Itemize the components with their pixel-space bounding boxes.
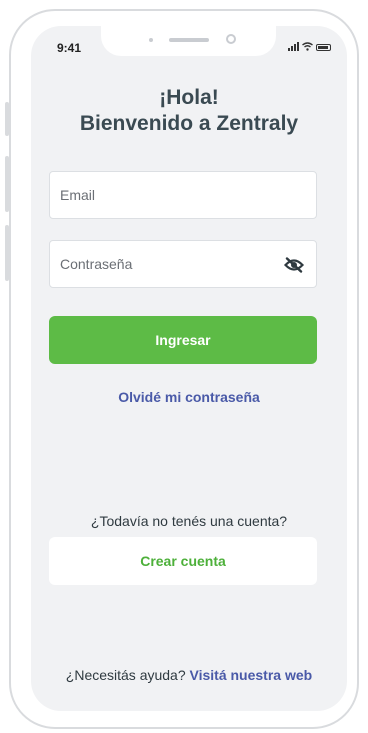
forgot-password-link[interactable]: Olvidé mi contraseña — [31, 389, 347, 405]
notch — [101, 26, 276, 56]
wifi-icon — [302, 42, 313, 51]
battery-icon — [316, 44, 331, 51]
phone-screen: 9:41 ¡Hola! Bienvenido a Zentraly Ingres… — [31, 26, 347, 711]
signal-icon — [288, 42, 299, 51]
greeting-title: ¡Hola! — [159, 86, 219, 109]
help-prompt: ¿Necesitás ayuda? — [65, 667, 186, 683]
volume-up-button — [5, 156, 9, 212]
eye-slash-icon[interactable] — [284, 257, 304, 273]
volume-down-button — [5, 225, 9, 281]
help-footer: ¿Necesitás ayuda? Visitá nuestra web — [31, 667, 347, 683]
speaker-grille — [169, 38, 209, 42]
login-button[interactable]: Ingresar — [49, 316, 317, 364]
front-camera — [226, 34, 236, 44]
email-input[interactable] — [50, 172, 290, 218]
email-field[interactable] — [49, 171, 317, 219]
greeting-subtitle: Bienvenido a Zentraly — [79, 112, 299, 135]
silent-switch — [5, 102, 9, 136]
password-field[interactable] — [49, 240, 317, 288]
signup-prompt: ¿Todavía no tenés una cuenta? — [90, 513, 288, 529]
sensor-dot — [149, 38, 153, 42]
visit-website-link[interactable]: Visitá nuestra web — [190, 667, 313, 683]
password-input[interactable] — [50, 241, 290, 287]
status-time: 9:41 — [57, 41, 82, 55]
create-account-button[interactable]: Crear cuenta — [49, 537, 317, 585]
status-icons — [288, 42, 331, 51]
